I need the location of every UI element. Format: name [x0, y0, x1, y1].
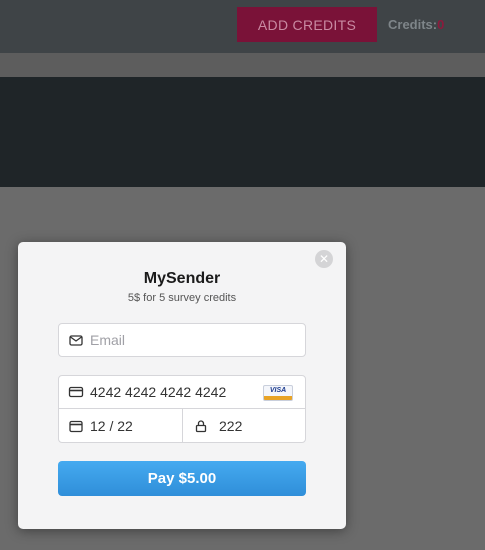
card-number-field[interactable]: 4242 4242 4242 4242 VISA [58, 375, 306, 409]
email-field[interactable]: Email [58, 323, 306, 357]
add-credits-button[interactable]: ADD CREDITS [237, 7, 377, 42]
calendar-icon [69, 420, 83, 432]
email-placeholder: Email [90, 332, 126, 348]
expiry-field[interactable]: 12 / 22 [58, 408, 183, 443]
header-divider-strip [0, 53, 485, 77]
credits-count: 0 [437, 17, 445, 32]
credits-indicator: Credits:0 [388, 17, 444, 32]
modal-title: MySender [143, 270, 221, 287]
cvc-field[interactable]: 222 [182, 408, 306, 443]
envelope-icon [69, 335, 83, 346]
hero-banner [0, 77, 485, 187]
top-navbar: ADD CREDITS Credits:0 [0, 0, 485, 53]
pay-button[interactable]: Pay $5.00 [58, 461, 306, 496]
card-brand-label: VISA [269, 387, 287, 394]
cvc-value: 222 [219, 417, 243, 434]
lock-icon [195, 419, 207, 432]
expiry-value: 12 / 22 [90, 417, 133, 434]
modal-subtitle: 5$ for 5 survey credits [127, 292, 237, 304]
credit-card-icon [68, 386, 84, 398]
close-icon[interactable]: ✕ [315, 250, 333, 268]
credits-label: Credits: [388, 17, 438, 32]
card-number-value: 4242 4242 4242 4242 [90, 384, 227, 400]
payment-modal: ✕ MySender 5$ for 5 survey credits Email… [18, 242, 346, 529]
visa-card-icon: VISA [263, 385, 293, 401]
